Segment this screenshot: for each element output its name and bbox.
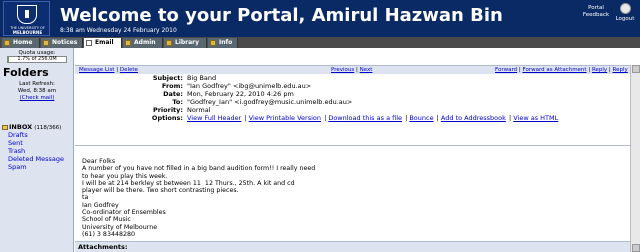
options-links: View Full Header | View Printable Versio…: [187, 114, 559, 122]
folder-name: Deleted Message: [8, 155, 65, 163]
folder-name: Sent: [8, 139, 23, 147]
priority-label: Priority:: [152, 106, 183, 114]
vertical-scrollbar[interactable]: [630, 65, 640, 252]
message-list-link[interactable]: Message List: [79, 67, 114, 73]
to-value: "Godfrey_Ian" <i.godfrey@music.unimelb.e…: [187, 98, 353, 106]
previous-link[interactable]: Previous: [331, 67, 354, 73]
date-label: Date:: [163, 90, 183, 98]
download-file-link[interactable]: Download this as a file: [328, 114, 402, 122]
portal-feedback-link[interactable]: Portal Feedback: [580, 5, 612, 19]
home-icon: [4, 40, 10, 46]
delete-link[interactable]: Delete: [120, 67, 138, 73]
logout-label: Logout: [615, 16, 635, 22]
to-label: To:: [172, 98, 183, 106]
check-mail-link[interactable]: (Check mail): [0, 95, 74, 102]
tab-admin[interactable]: Admin: [123, 38, 163, 48]
message-nav-bar: Message List | Delete Previous | Next Fo…: [75, 65, 630, 81]
email-icon: [86, 40, 92, 46]
reply-link[interactable]: Reply: [592, 67, 607, 73]
tab-info[interactable]: Info: [208, 38, 238, 48]
logout-icon: [619, 3, 631, 14]
message-headers: Subject: Big Band From: "Ian Godfrey" <i…: [75, 74, 630, 146]
folder-count: (118/366): [34, 125, 62, 131]
tab-label: Info: [219, 39, 233, 46]
folder-icon: [2, 124, 8, 130]
quota-text: 1.7% of 256.0M: [17, 56, 57, 62]
tab-label: Home: [13, 39, 33, 46]
message-body: Dear Folks A number of you have not fill…: [75, 148, 630, 241]
university-logo[interactable]: THE UNIVERSITY OF MELBOURNE: [3, 1, 50, 36]
last-refresh-time: Wed, 8:38 am: [17, 88, 57, 94]
library-icon: [166, 40, 172, 46]
folder-drafts[interactable]: Drafts: [2, 131, 28, 139]
bounce-link[interactable]: Bounce: [409, 114, 433, 122]
tab-label: Admin: [134, 39, 156, 46]
folder-name: Spam: [8, 163, 27, 171]
last-refresh-label: Last Refresh:: [19, 81, 55, 87]
tab-notices[interactable]: Notices: [41, 38, 83, 48]
forward-attachment-link[interactable]: Forward as Attachment: [522, 67, 586, 73]
add-to-addressbook-link[interactable]: Add to Addressbook: [441, 114, 506, 122]
forward-link[interactable]: Forward: [495, 67, 517, 73]
admin-icon: [125, 40, 131, 46]
view-as-html-link[interactable]: View as HTML: [513, 114, 558, 122]
tab-label: Notices: [52, 39, 78, 46]
portal-header: THE UNIVERSITY OF MELBOURNE Welcome to y…: [0, 0, 640, 37]
date-value: Mon, February 22, 2010 4:26 pm: [187, 90, 294, 98]
folder-deleted-message[interactable]: Deleted Message: [2, 155, 64, 163]
datetime-subtitle: 8:38 am Wednesday 24 February 2010: [60, 27, 177, 34]
folder-sent[interactable]: Sent: [2, 139, 23, 147]
crest-icon: [17, 5, 37, 24]
attachments-label: Attachments:: [75, 241, 630, 252]
message-view: Message List | Delete Previous | Next Fo…: [75, 48, 640, 252]
from-value: "Ian Godfrey" <ibg@unimelb.edu.au>: [187, 82, 312, 90]
folder-name: Trash: [8, 147, 26, 155]
next-link[interactable]: Next: [360, 67, 373, 73]
subject-label: Subject:: [152, 74, 183, 82]
folder-spam[interactable]: Spam: [2, 163, 27, 171]
folder-name: INBOX: [9, 123, 33, 131]
folders-heading: Folders: [3, 66, 49, 79]
tab-label: Email: [95, 39, 114, 46]
notices-icon: [43, 40, 49, 46]
tab-email[interactable]: Email: [84, 38, 122, 48]
view-full-header-link[interactable]: View Full Header: [187, 114, 241, 122]
folder-sidebar: Quota usage: 1.7% of 256.0M Folders Last…: [0, 48, 74, 252]
folder-name: Drafts: [8, 131, 28, 139]
info-icon: [210, 40, 216, 46]
scroll-down-icon[interactable]: [632, 244, 640, 252]
folder-inbox[interactable]: INBOX (118/366): [2, 123, 61, 131]
tab-bar: Home Notices Email Admin Library Info: [0, 37, 640, 48]
tab-home[interactable]: Home: [2, 38, 40, 48]
page-title: Welcome to your Portal, Amirul Hazwan Bi…: [60, 5, 503, 26]
tab-label: Library: [175, 39, 200, 46]
subject-value: Big Band: [187, 74, 217, 82]
folder-trash[interactable]: Trash: [2, 147, 25, 155]
tab-library[interactable]: Library: [164, 38, 207, 48]
options-label: Options:: [151, 114, 183, 122]
scroll-up-icon[interactable]: [632, 65, 640, 73]
quota-bar: 1.7% of 256.0M: [7, 56, 67, 63]
last-refresh: Last Refresh: Wed, 8:38 am (Check mail): [0, 81, 74, 102]
from-label: From:: [161, 82, 183, 90]
priority-value: Normal: [187, 106, 211, 114]
logout-button[interactable]: Logout: [612, 3, 638, 22]
logo-line2: MELBOURNE: [12, 30, 43, 35]
view-printable-link[interactable]: View Printable Version: [249, 114, 321, 122]
